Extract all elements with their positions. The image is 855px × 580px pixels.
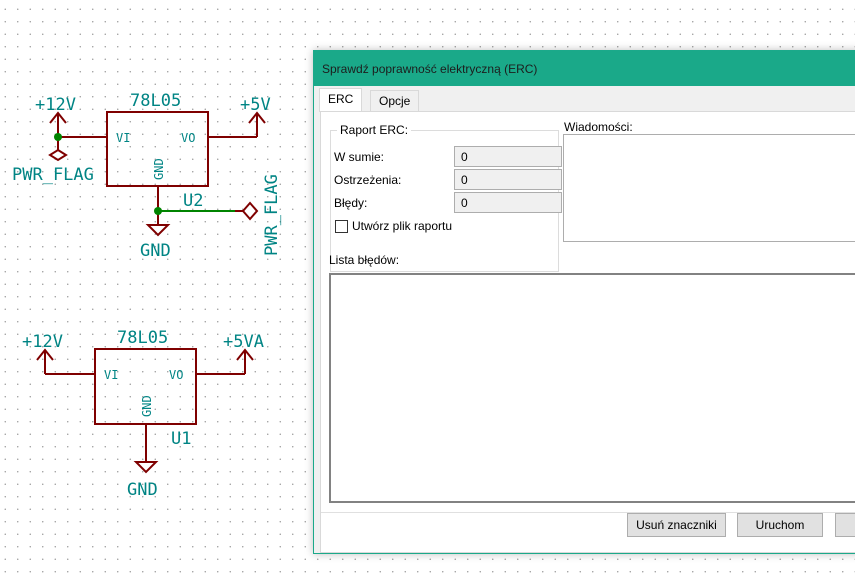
dialog-title-bar[interactable]: Sprawdź poprawność elektryczną (ERC) [314,51,855,86]
power-label-5v: +5V [240,95,271,115]
u2-ref: U2 [183,191,203,211]
pwr-flag-label: PWR_FLAG [262,174,282,256]
pin-gnd: GND [152,158,166,180]
pwr-flag-diamond-icon [241,201,259,221]
pwr-flag-diamond-icon [48,148,68,162]
gnd-symbol-icon [133,461,159,474]
run-button[interactable]: Uruchom [737,513,823,537]
tab-options[interactable]: Opcje [370,90,420,113]
pin-gnd: GND [140,395,154,417]
error-list[interactable] [329,273,855,503]
gnd-label: GND [127,480,158,500]
pin-vi: VI [104,368,118,382]
messages-label: Wiadomości: [564,120,633,134]
pin-vo: VO [169,368,183,382]
u1-ref: U1 [171,429,191,449]
power-label-12v: +12V [22,332,63,352]
create-report-label[interactable]: Utwórz plik raportu [352,219,452,233]
erc-tab-panel: Raport ERC: W sumie: 0 Ostrzeżenia: 0 Bł… [320,111,855,553]
gnd-symbol-icon [145,224,171,237]
junction-dot [54,133,62,141]
u1-value: 78L05 [117,328,168,348]
power-label-5va: +5VA [223,332,264,352]
warnings-label: Ostrzeżenia: [334,173,402,187]
total-value: 0 [454,146,562,167]
erc-report-group: Raport ERC: W sumie: 0 Ostrzeżenia: 0 Bł… [330,123,562,272]
junction-dot [154,207,162,215]
create-report-checkbox[interactable] [335,220,348,233]
warnings-value: 0 [454,169,562,190]
error-list-label: Lista błędów: [329,253,400,267]
gnd-label: GND [140,241,171,261]
pwr-flag-label: PWR_FLAG [12,165,94,185]
pin-vo: VO [181,131,195,145]
power-label-12v: +12V [35,95,76,115]
erc-dialog: Sprawdź poprawność elektryczną (ERC) ERC… [313,50,855,554]
errors-value: 0 [454,192,562,213]
report-group-label: Raport ERC: [337,123,412,137]
errors-label: Błędy: [334,196,368,210]
total-label: W sumie: [334,150,385,164]
messages-textbox[interactable] [563,134,855,242]
close-button[interactable] [835,513,855,537]
pin-vi: VI [116,131,130,145]
tab-erc[interactable]: ERC [319,88,363,112]
u2-value: 78L05 [130,91,181,111]
delete-markers-button[interactable]: Usuń znaczniki [627,513,726,537]
